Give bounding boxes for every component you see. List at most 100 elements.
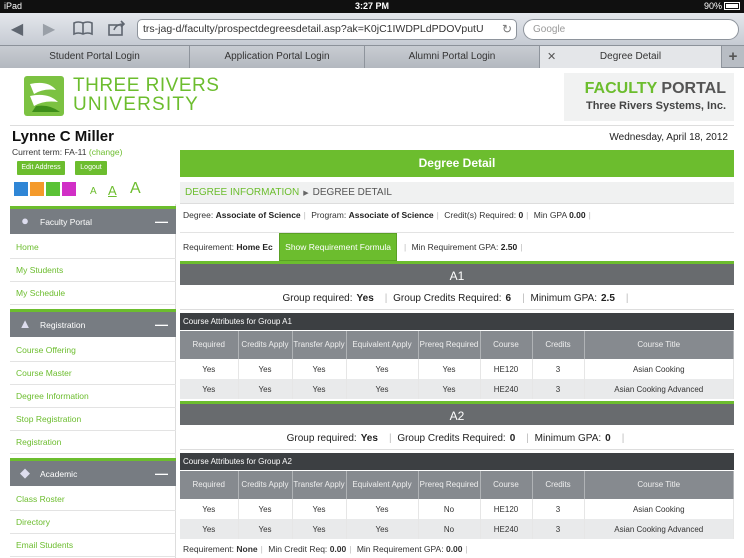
group-min-gpa-label: Minimum GPA: [530,293,598,304]
theme-swatch-magenta[interactable] [62,182,76,196]
sidebar-item-directory[interactable]: Directory [10,511,176,534]
column-header: Credits Apply [238,471,293,499]
term-label: Current term: FA-11 [12,147,87,157]
group-credits-value: 6 [505,293,512,304]
sidebar-section-academic[interactable]: ◆ Academic — [10,458,176,486]
theme-swatch-orange[interactable] [30,182,44,196]
table-cell: Yes [346,379,419,399]
collapse-icon[interactable]: — [155,466,168,481]
sidebar-item-registration[interactable]: Registration [10,431,176,454]
search-input[interactable]: Google [523,19,739,40]
tab-alumni-portal[interactable]: Alumni Portal Login [365,46,540,68]
column-header: Prereq Required [418,471,481,499]
main-content: Degree Detail DEGREE INFORMATION ▶ DEGREE … [180,150,734,558]
table-cell: 3 [532,499,585,519]
requirement-footer: Requirement: None | Min Credit Req: 0.00 |… [183,544,468,554]
table-cell: 3 [532,379,585,399]
battery-indicator: 90% [704,1,740,11]
group-credits-label: Group Credits Required: [393,293,502,304]
breadcrumb-degree-information[interactable]: DEGREE INFORMATION [185,187,299,198]
breadcrumb-arrow-icon: ▶ [303,190,309,197]
column-header: Required [180,471,239,499]
column-header: Course Title [584,331,734,359]
url-bar[interactable]: trs-jag-d/faculty/prospectdegreesdetail.… [137,19,517,40]
logout-button[interactable]: Logout [75,161,107,175]
edit-address-button[interactable]: Edit Address [17,161,65,175]
tab-degree-detail[interactable]: ✕ Degree Detail [540,46,722,68]
sidebar-item-course-offering[interactable]: Course Offering [10,339,176,362]
credits-value: 0 [518,210,524,220]
site-header: THREE RIVERS UNIVERSITY FACULTY PORTAL T… [10,68,734,126]
change-term-link[interactable]: (change) [89,147,123,157]
sidebar-item-my-schedule[interactable]: My Schedule [10,282,176,305]
table-cell: Yes [346,499,419,519]
reload-icon[interactable]: ↻ [502,20,512,39]
section-title: Registration [40,320,86,330]
user-icon: ● [21,213,29,228]
theme-swatch-blue[interactable] [14,182,28,196]
min-requirement-gpa-label: Min Requirement GPA: [356,544,444,554]
group-a2-summary: Group required: Yes | Group Credits Requir… [180,428,734,450]
collapse-icon[interactable]: — [155,214,168,229]
current-term: Current term: FA-11 (change) [12,147,122,157]
degree-label: Degree: [183,210,214,220]
sidebar-item-class-roster[interactable]: Class Roster [10,488,176,511]
show-requirement-formula-button[interactable]: Show Requirement Formula [279,233,397,261]
requirement-label: Requirement: [183,242,235,252]
portal-title: FACULTY PORTAL [585,80,726,98]
back-arrow-icon[interactable]: ◀ [8,20,26,40]
section-title: Faculty Portal [40,217,92,227]
sidebar-section-registration[interactable]: ▲ Registration — [10,309,176,337]
sidebar-item-my-students[interactable]: My Students [10,259,176,282]
column-header: Transfer Apply [292,331,347,359]
tab-student-portal[interactable]: Student Portal Login [0,46,190,68]
font-size-small[interactable]: A [90,186,97,197]
font-size-large[interactable]: A [130,180,141,198]
min-requirement-gpa-value: 0.00 [445,544,463,554]
sidebar-item-stop-registration[interactable]: Stop Registration [10,408,176,431]
font-size-medium[interactable]: A [108,183,117,198]
column-header: Equivalent Apply [346,331,419,359]
sidebar-item-home[interactable]: Home [10,236,176,259]
table-cell: Yes [418,379,481,399]
section-title: Academic [40,469,78,479]
group-min-gpa-value: 0 [605,433,611,444]
table-cell: Yes [292,359,347,379]
column-header: Required [180,331,239,359]
min-credit-label: Min Credit Req: [268,544,328,554]
sidebar-item-degree-information[interactable]: Degree Information [10,385,176,408]
bookmarks-icon[interactable] [72,20,94,40]
theme-swatch-green[interactable] [46,182,60,196]
battery-percent: 90% [703,1,722,11]
graduation-cap-icon: ◆ [20,465,30,480]
tab-label: Student Portal Login [49,51,140,62]
sidebar-section-faculty-portal[interactable]: ● Faculty Portal — [10,206,176,234]
table-cell: Yes [346,519,419,539]
group-required-label: Group required: [286,433,357,444]
forward-arrow-icon[interactable]: ▶ [40,20,58,40]
collapse-icon[interactable]: — [155,317,168,332]
browser-toolbar: ◀ ▶ trs-jag-d/faculty/prospectdegreesdet… [0,13,744,46]
table-cell: Asian Cooking Advanced [584,519,734,539]
table-cell: Asian Cooking [584,359,734,379]
tab-application-portal[interactable]: Application Portal Login [190,46,365,68]
table-cell: Asian Cooking [584,499,734,519]
sidebar-item-course-master[interactable]: Course Master [10,362,176,385]
min-requirement-gpa-value: 2.50 [500,242,518,252]
course-attributes-title: Course Attributes for Group A1 [180,313,734,330]
group-header-a2: A2 [180,401,734,425]
table-cell: 3 [532,519,585,539]
program-value: Associate of Science [348,210,434,220]
share-icon[interactable] [106,20,128,40]
clock: 3:27 PM [354,1,389,11]
table-cell: HE240 [480,379,533,399]
stamp-icon: ▲ [18,316,32,331]
column-header: Transfer Apply [292,471,347,499]
close-tab-icon[interactable]: ✕ [547,46,556,68]
new-tab-button[interactable]: + [722,46,744,68]
column-header: Credits [532,331,585,359]
sidebar-item-email-students[interactable]: Email Students [10,534,176,557]
requirement-value: None [236,544,258,554]
table-cell: HE120 [480,359,533,379]
user-name: Lynne C Miller [12,128,114,145]
